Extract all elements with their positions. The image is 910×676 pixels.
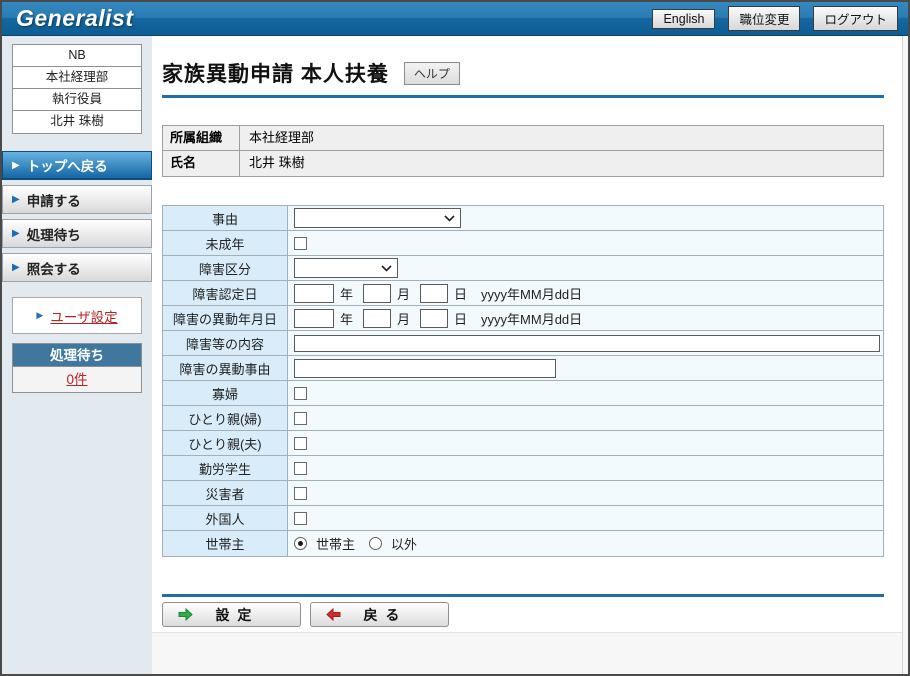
date-format-hint: yyyy年MM月dd日 — [481, 286, 583, 302]
sidebar-item-apply[interactable]: ▶ 申請する — [2, 185, 152, 214]
dependency-form-table: 事由 未成年 障害区分 障害認定日 年 月 日 yyyy年MM月dd日 障害の異… — [162, 205, 884, 557]
scrollbar-track[interactable] — [902, 36, 908, 674]
minor-checkbox[interactable] — [294, 236, 307, 250]
other-radio-label: 以外 — [391, 537, 418, 552]
form-row: 災害者 — [163, 481, 883, 506]
table-row: 所属組織 本社経理部 — [163, 126, 883, 151]
generalist-logo: Generalist — [16, 5, 134, 31]
profile-department: 本社経理部 — [13, 67, 141, 89]
actions-divider — [162, 594, 884, 597]
triangle-right-icon: ▶ — [36, 310, 44, 320]
triangle-right-icon: ▶ — [12, 262, 20, 273]
back-button[interactable]: 戻 る — [310, 602, 449, 627]
disability-change-month-input[interactable] — [363, 308, 392, 328]
pending-tasks-box: 処理待ち 0件 — [12, 343, 142, 393]
single-parent-male-checkbox[interactable] — [294, 436, 307, 450]
single-parent-female-checkbox[interactable] — [294, 411, 307, 425]
name-label: 氏名 — [163, 151, 240, 176]
form-row: 未成年 — [163, 231, 883, 256]
header-buttons: English 職位変更 ログアウト — [652, 6, 898, 31]
triangle-right-icon: ▶ — [12, 194, 20, 205]
disability-certified-day-input[interactable] — [420, 283, 449, 303]
chevron-down-icon — [381, 264, 392, 272]
main-area: 家族異動申請 本人扶養 ヘルプ 所属組織 本社経理部 氏名 北井 珠樹 事由 未… — [152, 36, 902, 674]
sidebar-item-pending[interactable]: ▶ 処理待ち — [2, 219, 152, 248]
disability-change-reason-input[interactable] — [294, 358, 556, 378]
chevron-down-icon — [444, 214, 455, 222]
organization-value: 本社経理部 — [240, 126, 883, 150]
householder-radio-label: 世帯主 — [316, 537, 356, 552]
foreigner-checkbox[interactable] — [294, 511, 307, 525]
position-change-button[interactable]: 職位変更 — [728, 6, 801, 31]
widow-checkbox[interactable] — [294, 386, 307, 400]
user-settings-box: ▶ ユーザ設定 — [12, 297, 142, 334]
organization-label: 所属組織 — [163, 126, 240, 150]
sidebar-item-back-to-top[interactable]: ▶ トップへ戻る — [2, 151, 152, 180]
red-left-arrow-icon — [326, 608, 341, 621]
sidebar-nav: ▶ トップへ戻る ▶ 申請する ▶ 処理待ち ▶ 照会する — [2, 151, 152, 282]
profile-name: 北井 珠樹 — [50, 114, 104, 128]
help-button[interactable]: ヘルプ — [403, 61, 460, 85]
form-row: 事由 — [163, 206, 883, 231]
table-row: 氏名 北井 珠樹 — [163, 151, 883, 176]
english-button[interactable]: English — [652, 8, 716, 29]
disability-category-select[interactable] — [294, 258, 398, 278]
triangle-right-icon: ▶ — [12, 228, 20, 239]
sidebar: NB 本社経理部 執行役員 北井 珠樹 ▶ トップへ戻る ▶ 申請する ▶ 処理… — [2, 36, 152, 674]
reason-select[interactable] — [294, 208, 461, 228]
triangle-right-icon: ▶ — [12, 159, 20, 171]
disability-details-input[interactable] — [294, 334, 880, 352]
date-format-hint: yyyy年MM月dd日 — [481, 311, 583, 327]
application-window: Generalist English 職位変更 ログアウト NB 本社経理部 執… — [0, 0, 910, 676]
householder-radio[interactable] — [294, 537, 307, 550]
disability-certified-year-input[interactable] — [294, 283, 334, 303]
disability-certified-month-input[interactable] — [363, 283, 392, 303]
user-profile-box: NB 本社経理部 執行役員 北井 珠樹 — [12, 44, 142, 134]
disaster-victim-checkbox[interactable] — [294, 486, 307, 500]
sidebar-item-label: 照会する — [26, 261, 81, 277]
profile-company: NB — [13, 45, 141, 67]
logout-button[interactable]: ログアウト — [813, 6, 898, 31]
form-row: ひとり親(夫) — [163, 431, 883, 456]
disability-change-day-input[interactable] — [420, 308, 449, 328]
form-row: 障害区分 — [163, 256, 883, 281]
pending-count-link[interactable]: 0件 — [66, 372, 87, 387]
sidebar-item-label: トップへ戻る — [26, 159, 108, 174]
sidebar-item-inquiry[interactable]: ▶ 照会する — [2, 253, 152, 282]
green-right-arrow-icon — [178, 608, 193, 621]
profile-position: 執行役員 — [13, 89, 141, 111]
footer-spacer — [152, 632, 902, 674]
form-row: ひとり親(婦) — [163, 406, 883, 431]
employee-info-table: 所属組織 本社経理部 氏名 北井 珠樹 — [162, 125, 884, 177]
name-value: 北井 珠樹 — [240, 151, 883, 176]
page-title: 家族異動申請 本人扶養 — [162, 63, 389, 86]
disability-change-year-input[interactable] — [294, 308, 334, 328]
set-button[interactable]: 設 定 — [162, 602, 301, 627]
form-row: 障害認定日 年 月 日 yyyy年MM月dd日 — [163, 281, 883, 306]
sidebar-item-label: 申請する — [26, 193, 81, 209]
sidebar-item-label: 処理待ち — [26, 227, 81, 243]
form-row: 世帯主 世帯主 以外 — [163, 531, 883, 556]
other-radio[interactable] — [369, 537, 383, 550]
pending-count-row: 0件 — [13, 367, 141, 392]
working-student-checkbox[interactable] — [294, 461, 307, 475]
form-row: 外国人 — [163, 506, 883, 531]
form-row: 障害の異動年月日 年 月 日 yyyy年MM月dd日 — [163, 306, 883, 331]
top-header-bar: Generalist English 職位変更 ログアウト — [2, 2, 908, 36]
form-row: 障害の異動事由 — [163, 356, 883, 381]
form-row: 勤労学生 — [163, 456, 883, 481]
title-divider — [162, 95, 884, 98]
user-settings-link[interactable]: ユーザ設定 — [50, 306, 117, 326]
pending-tasks-title: 処理待ち — [13, 344, 141, 367]
form-row: 寡婦 — [163, 381, 883, 406]
form-row: 障害等の内容 — [163, 331, 883, 356]
